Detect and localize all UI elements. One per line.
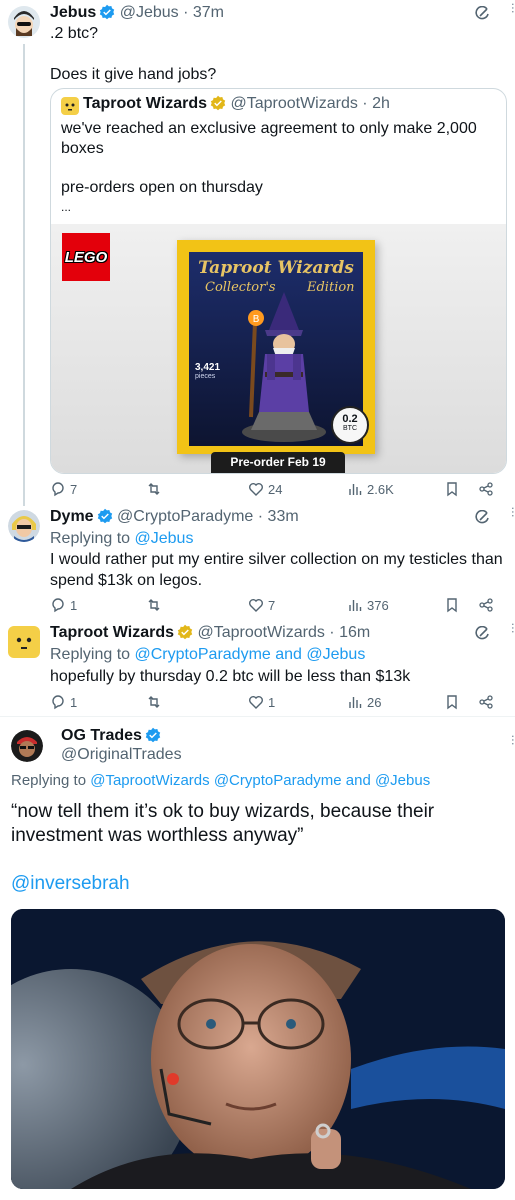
replying-to-label: Replying to xyxy=(11,772,91,789)
tweet-line: Does it give hand jobs? xyxy=(50,66,217,83)
heart-icon xyxy=(249,483,263,496)
grok-icon[interactable] xyxy=(474,625,490,647)
reply-icon xyxy=(52,598,64,613)
bookmark-button[interactable] xyxy=(444,481,460,497)
mention-link[interactable]: @inversebrah xyxy=(11,872,130,896)
author-handle[interactable]: @OriginalTrades xyxy=(61,746,182,764)
more-options-icon[interactable]: ··· xyxy=(506,506,515,517)
product-image[interactable]: LEGO Taproot Wizards Collector's Edition… xyxy=(51,224,506,473)
quoted-tweet[interactable]: Taproot Wizards @TaprootWizards · 2h we'… xyxy=(50,88,507,474)
grok-icon[interactable] xyxy=(474,5,490,27)
views-button[interactable]: 2.6K xyxy=(347,481,394,497)
share-button[interactable] xyxy=(478,597,494,613)
quote-line: we've reached an exclusive agreement to … xyxy=(61,120,477,137)
tweet-line: spend $13k on legos. xyxy=(50,572,203,589)
more-options-icon[interactable]: ··· xyxy=(506,734,515,745)
tweet-actions: 1 7 376 xyxy=(50,596,505,614)
bookmark-icon xyxy=(447,598,457,613)
tweet-line: hopefully by thursday 0.2 btc will be le… xyxy=(50,668,411,685)
avatar[interactable] xyxy=(8,626,40,658)
like-button[interactable]: 1 xyxy=(248,694,275,710)
share-icon xyxy=(479,482,493,496)
pieces-label: pieces xyxy=(195,373,216,380)
quoted-author-name[interactable]: Taproot Wizards xyxy=(83,95,207,112)
verified-badge-icon xyxy=(99,4,115,20)
retweet-icon xyxy=(148,599,160,611)
tweet-line: .2 btc? xyxy=(50,25,99,42)
retweet-button[interactable] xyxy=(146,597,162,613)
replying-to-link[interactable]: @Jebus xyxy=(135,530,194,547)
retweet-button[interactable] xyxy=(146,481,162,497)
replying-to-label: Replying to xyxy=(50,646,135,663)
reply-button[interactable]: 7 xyxy=(50,481,77,497)
divider xyxy=(0,716,515,717)
like-button[interactable]: 24 xyxy=(248,481,282,497)
heart-icon xyxy=(249,696,263,709)
replying-to-link[interactable]: @TaprootWizards @CryptoParadyme and @Jeb… xyxy=(90,772,430,789)
tweet-line: I would rather put my entire silver coll… xyxy=(50,551,503,568)
replying-to-label: Replying to xyxy=(50,530,135,547)
thread-line xyxy=(23,44,25,506)
views-button[interactable]: 376 xyxy=(347,597,389,613)
avatar[interactable] xyxy=(11,730,43,762)
reply-button[interactable]: 1 xyxy=(50,694,77,710)
pieces-count: 3,421 xyxy=(195,362,221,373)
wizard-figure: B xyxy=(242,292,326,442)
bookmark-icon xyxy=(447,482,457,497)
analytics-icon xyxy=(349,697,362,708)
reply-icon xyxy=(52,695,64,710)
avatar[interactable] xyxy=(8,510,40,542)
bookmark-icon xyxy=(447,695,457,710)
tweet-actions: 1 1 26 xyxy=(50,693,505,711)
reply-icon xyxy=(52,482,64,497)
analytics-icon xyxy=(349,484,362,495)
preorder-banner: Pre-order Feb 19 xyxy=(211,452,345,473)
verified-gold-badge-icon xyxy=(177,624,193,640)
share-button[interactable] xyxy=(478,694,494,710)
retweet-icon xyxy=(148,696,160,708)
author-handle[interactable]: @Jebus · 37m xyxy=(120,4,224,21)
like-button[interactable]: 7 xyxy=(248,597,275,613)
bookmark-button[interactable] xyxy=(444,597,460,613)
price-badge: 0.2 BTC xyxy=(331,406,369,444)
main-tweet-text: investment was worthless anyway” xyxy=(11,825,304,846)
author-handle[interactable]: @TaprootWizards · 16m xyxy=(197,624,370,641)
avatar[interactable] xyxy=(8,6,40,38)
more-options-icon[interactable]: ··· xyxy=(506,2,515,13)
bookmark-button[interactable] xyxy=(444,694,460,710)
more-options-icon[interactable]: ··· xyxy=(506,622,515,633)
author-name[interactable]: Jebus xyxy=(50,4,96,21)
analytics-icon xyxy=(349,600,362,611)
box-title: Taproot Wizards xyxy=(198,258,354,278)
retweet-icon xyxy=(148,483,160,495)
avatar[interactable] xyxy=(61,97,79,115)
product-box: Taproot Wizards Collector's Edition B 3,… xyxy=(177,240,375,454)
tweet-actions: 7 24 2.6K xyxy=(50,480,505,498)
reply-button[interactable]: 1 xyxy=(50,597,77,613)
main-tweet-text: “now tell them it’s ok to buy wizards, b… xyxy=(11,801,435,822)
svg-text:B: B xyxy=(253,314,260,325)
grok-icon[interactable] xyxy=(474,509,490,531)
quote-line: boxes xyxy=(61,140,104,157)
share-icon xyxy=(479,598,493,612)
quote-line: ... xyxy=(61,200,72,214)
replying-to-link[interactable]: @CryptoParadyme and @Jebus xyxy=(135,646,366,663)
share-button[interactable] xyxy=(478,481,494,497)
author-name[interactable]: Dyme xyxy=(50,508,94,525)
verified-badge-icon xyxy=(97,508,113,524)
retweet-button[interactable] xyxy=(146,694,162,710)
heart-icon xyxy=(249,599,263,612)
share-icon xyxy=(479,695,493,709)
author-name[interactable]: OG Trades xyxy=(61,727,142,744)
verified-badge-icon xyxy=(145,727,161,743)
lego-logo: LEGO xyxy=(62,233,110,281)
verified-gold-badge-icon xyxy=(210,95,226,111)
quote-line: pre-orders open on thursday xyxy=(61,179,263,196)
views-button[interactable]: 26 xyxy=(347,694,381,710)
quoted-author-handle[interactable]: @TaprootWizards · 2h xyxy=(230,95,389,112)
author-handle[interactable]: @CryptoParadyme · 33m xyxy=(117,508,299,525)
author-name[interactable]: Taproot Wizards xyxy=(50,624,174,641)
tweet-photo[interactable] xyxy=(11,909,505,1189)
